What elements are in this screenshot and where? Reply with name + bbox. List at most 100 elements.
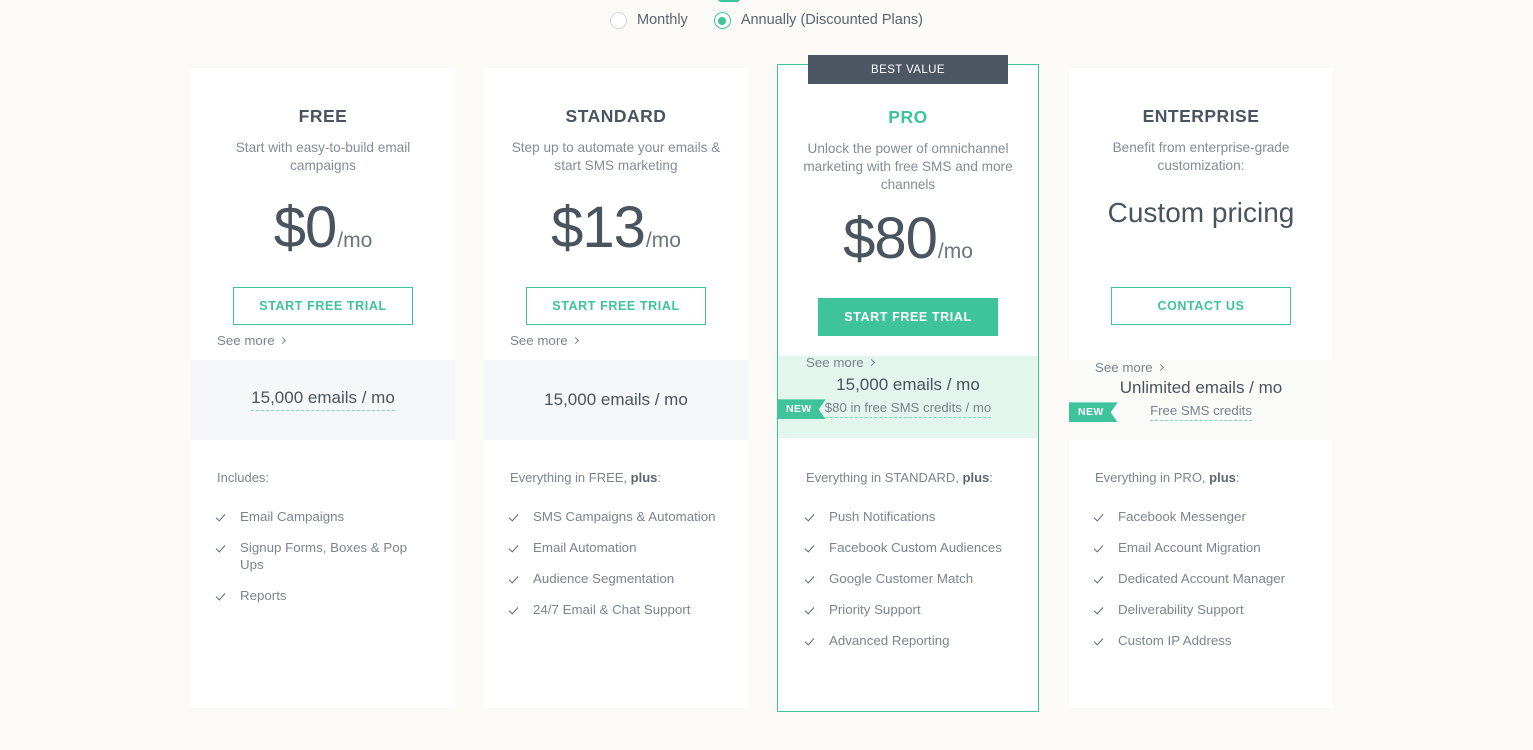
feature-label: Custom IP Address	[1118, 633, 1232, 648]
price-amount-pro: $80	[843, 206, 938, 271]
price-period-standard: /mo	[645, 229, 681, 252]
list-item: Dedicated Account Manager	[1095, 570, 1307, 587]
see-more-label: See more	[510, 333, 568, 348]
features-intro-suffix-standard: :	[657, 470, 662, 485]
check-icon	[217, 587, 230, 604]
start-free-trial-button-standard[interactable]: START FREE TRIAL	[526, 287, 706, 325]
card-header-free: FREE Start with easy-to-build email camp…	[191, 68, 455, 175]
new-badge-pro: NEW	[777, 399, 826, 419]
cta-wrap-free: START FREE TRIAL	[191, 287, 455, 325]
feature-list-standard: SMS Campaigns & Automation Email Automat…	[510, 508, 722, 618]
plan-tagline-pro: Unlock the power of omnichannel marketin…	[803, 141, 1013, 192]
list-item: Deliverability Support	[1095, 601, 1307, 618]
check-icon	[1095, 508, 1108, 525]
feature-label: Deliverability Support	[1118, 602, 1244, 617]
quota-sms-credits-pro[interactable]: $80 in free SMS credits / mo	[824, 400, 992, 419]
price-period-free: /mo	[337, 229, 373, 252]
price-amount-standard: $13	[551, 195, 646, 260]
pricing-card-free: FREE Start with easy-to-build email camp…	[191, 68, 455, 708]
check-icon	[510, 601, 523, 618]
check-icon	[806, 601, 819, 618]
see-more-link-enterprise[interactable]: See more	[1095, 360, 1164, 375]
list-item: Priority Support	[806, 601, 1012, 618]
quota-sub-row-enterprise: NEW Free SMS credits	[1069, 404, 1333, 422]
list-item: Push Notifications	[806, 508, 1012, 525]
feature-list-enterprise: Facebook Messenger Email Account Migrati…	[1095, 508, 1307, 649]
card-header-pro: PRO Unlock the power of omnichannel mark…	[778, 65, 1038, 194]
see-more-link-free[interactable]: See more	[217, 333, 286, 348]
check-icon	[806, 632, 819, 649]
price-period-pro: /mo	[937, 240, 973, 263]
quota-emails-standard: 15,000 emails / mo	[544, 389, 688, 409]
feature-label: Push Notifications	[829, 509, 936, 524]
see-more-label: See more	[1095, 360, 1153, 375]
check-icon	[217, 508, 230, 525]
features-section-free: Includes: Email Campaigns Signup Forms, …	[191, 440, 455, 708]
list-item: Email Account Migration	[1095, 539, 1307, 556]
feature-label: SMS Campaigns & Automation	[533, 509, 716, 524]
features-intro-prefix-free: Includes:	[217, 470, 270, 485]
card-header-standard: STANDARD Step up to automate your emails…	[484, 68, 748, 175]
feature-label: Audience Segmentation	[533, 571, 675, 586]
see-more-link-standard[interactable]: See more	[510, 333, 579, 348]
quota-sms-credits-enterprise[interactable]: Free SMS credits	[1150, 403, 1252, 422]
list-item: Google Customer Match	[806, 570, 1012, 587]
see-more-label: See more	[806, 355, 864, 370]
quota-emails-free[interactable]: 15,000 emails / mo	[251, 388, 395, 412]
check-icon	[806, 508, 819, 525]
feature-label: Facebook Custom Audiences	[829, 540, 1002, 555]
check-icon	[217, 539, 230, 556]
features-intro-standard: Everything in FREE, plus:	[510, 470, 722, 485]
chevron-right-icon	[867, 358, 875, 367]
list-item: SMS Campaigns & Automation	[510, 508, 722, 525]
feature-label: Advanced Reporting	[829, 633, 950, 648]
features-intro-bold-pro: plus	[962, 470, 990, 485]
list-item: Email Automation	[510, 539, 722, 556]
feature-list-pro: Push Notifications Facebook Custom Audie…	[806, 508, 1012, 649]
plan-tagline-standard: Step up to automate your emails & start …	[511, 140, 721, 173]
feature-label: Facebook Messenger	[1118, 509, 1246, 524]
quota-band-standard: 15,000 emails / mo	[484, 360, 748, 440]
quota-band-free: 15,000 emails / mo	[191, 360, 455, 440]
cta-wrap-pro: START FREE TRIAL	[778, 298, 1038, 336]
features-intro-free: Includes:	[217, 470, 429, 485]
cta-wrap-standard: START FREE TRIAL	[484, 287, 748, 325]
list-item: Custom IP Address	[1095, 632, 1307, 649]
check-icon	[510, 539, 523, 556]
features-section-standard: Everything in FREE, plus: SMS Campaigns …	[484, 440, 748, 708]
plan-name-free: FREE	[298, 106, 348, 126]
features-intro-suffix-enterprise: :	[1235, 470, 1240, 485]
start-free-trial-button-pro[interactable]: START FREE TRIAL	[818, 298, 998, 336]
feature-label: 24/7 Email & Chat Support	[533, 602, 691, 617]
price-amount-enterprise: Custom pricing	[1107, 197, 1295, 228]
see-more-link-pro[interactable]: See more	[806, 355, 875, 370]
list-item: Signup Forms, Boxes & Pop Ups	[217, 539, 429, 573]
plan-tagline-free: Start with easy-to-build email campaigns	[235, 140, 411, 173]
features-intro-bold-standard: plus	[630, 470, 658, 485]
check-icon	[806, 570, 819, 587]
quota-emails-pro: 15,000 emails / mo	[836, 374, 980, 394]
price-block-standard: $13 /mo	[484, 199, 748, 265]
feature-label: Signup Forms, Boxes & Pop Ups	[240, 540, 408, 572]
chevron-right-icon	[1156, 363, 1164, 372]
price-amount-free: $0	[273, 195, 338, 260]
features-intro-bold-enterprise: plus	[1209, 470, 1236, 485]
list-item: Advanced Reporting	[806, 632, 1012, 649]
pricing-card-pro: PRO Unlock the power of omnichannel mark…	[777, 64, 1039, 712]
feature-label: Email Automation	[533, 540, 637, 555]
contact-us-button-enterprise[interactable]: CONTACT US	[1111, 287, 1291, 325]
price-block-pro: $80 /mo	[778, 210, 1038, 276]
features-section-enterprise: Everything in PRO, plus: Facebook Messen…	[1069, 440, 1333, 708]
best-value-badge: BEST VALUE	[808, 55, 1008, 84]
card-header-enterprise: ENTERPRISE Benefit from enterprise-grade…	[1069, 68, 1333, 175]
quota-sub-row-pro: NEW $80 in free SMS credits / mo	[778, 401, 1038, 419]
new-badge-enterprise: NEW	[1069, 402, 1118, 422]
start-free-trial-button-free[interactable]: START FREE TRIAL	[233, 287, 413, 325]
check-icon	[1095, 632, 1108, 649]
pricing-cards-row: FREE Start with easy-to-build email camp…	[0, 0, 1533, 750]
feature-label: Priority Support	[829, 602, 921, 617]
features-intro-prefix-pro: Everything in STANDARD,	[806, 470, 963, 485]
list-item: Reports	[217, 587, 429, 604]
check-icon	[1095, 601, 1108, 618]
feature-label: Email Account Migration	[1118, 540, 1261, 555]
